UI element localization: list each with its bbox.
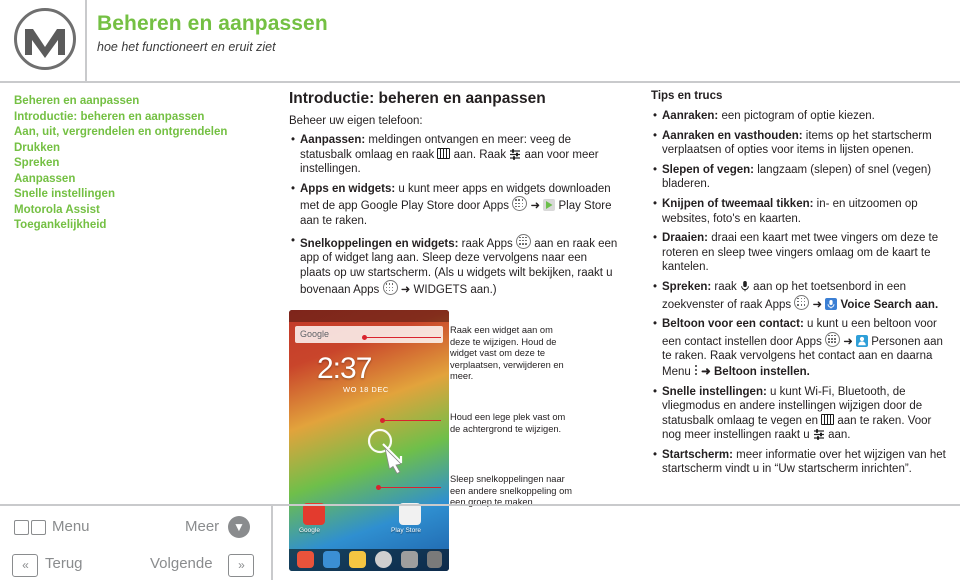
tip-draaien: Draaien: draai een kaart met twee vinger… <box>651 231 951 275</box>
tips-bullet-list: Aanraken: een pictogram of optie kiezen.… <box>651 109 951 477</box>
tip-lead: Snelle instellingen: <box>662 385 767 398</box>
mic-icon <box>740 280 750 292</box>
sidebar-nav: Beheren en aanpassen Introductie: behere… <box>14 94 264 234</box>
next-button[interactable]: Volgende <box>150 555 213 572</box>
callout-leader-2 <box>383 420 441 421</box>
sidebar-item-spreken[interactable]: Spreken <box>14 156 264 172</box>
back-button[interactable]: Terug <box>45 555 83 572</box>
clock-widget-date: WO 18 DEC <box>343 385 389 394</box>
tip-beltoon-contact: Beltoon voor een contact: u kunt u een b… <box>651 317 951 379</box>
phone-status-bar <box>289 310 449 322</box>
tip-text: raak <box>711 280 740 293</box>
apps-grid-icon <box>825 331 841 347</box>
header-bottom-rule <box>0 81 960 83</box>
chevron-left-left-icon[interactable]: « <box>12 554 38 577</box>
callout-anchor-1 <box>362 335 367 340</box>
main-content: Introductie: beheren en aanpassen Beheer… <box>289 90 619 303</box>
apps-grid-icon <box>516 233 532 249</box>
google-search-bar[interactable]: Google <box>295 326 443 343</box>
page-header: Beheren en aanpassen hoe het functioneer… <box>0 0 960 83</box>
callout-text-wallpaper: Houd een lege plek vast om de achtergron… <box>450 412 566 434</box>
footer-divider <box>271 504 273 580</box>
tip-aanraken: Aanraken: een pictogram of optie kiezen. <box>651 109 951 124</box>
callout-leader-1 <box>365 337 441 338</box>
tip-text-4: Voice Search aan. <box>837 298 939 311</box>
tip-text: een pictogram of optie kiezen. <box>718 110 875 122</box>
tip-text-2: ➜ <box>840 335 857 348</box>
main-bullet-apps-en-widgets: Apps en widgets: u kunt meer apps en wid… <box>289 182 619 229</box>
page-subtitle: hoe het functioneert en eruit ziet <box>97 40 276 54</box>
main-bullet-list: Aanpassen: meldingen ontvangen en meer: … <box>289 133 619 298</box>
bullet-text-2: aan. Raak <box>450 148 510 161</box>
bullet-text-2: ➜ <box>527 200 544 213</box>
menu-dots-icon <box>694 364 698 376</box>
hand-cursor-icon <box>367 428 411 476</box>
clock-widget-time: 2:37 <box>317 352 372 385</box>
apps-grid-icon <box>512 196 528 212</box>
bullet-lead: Aanpassen: <box>300 134 366 146</box>
tip-snelle-instellingen: Snelle instellingen: u kunt Wi-Fi, Bluet… <box>651 385 951 443</box>
apps-grid-icon <box>794 294 810 310</box>
tip-startscherm: Startscherm: meer informatie over het wi… <box>651 448 951 477</box>
footer-top-rule <box>0 504 960 506</box>
motorola-m-logo-icon <box>14 8 76 70</box>
apps-grid-icon <box>382 280 398 296</box>
tip-text-3: aan. <box>824 429 851 442</box>
sidebar-item-snelle-instellingen[interactable]: Snelle instellingen <box>14 187 264 203</box>
tip-spreken: Spreken: raak aan op het toetsenbord in … <box>651 280 951 312</box>
sidebar-item-drukken[interactable]: Drukken <box>14 141 264 157</box>
header-divider <box>85 0 87 82</box>
sidebar-item-toegankelijkheid[interactable]: Toegankelijkheid <box>14 218 264 234</box>
tip-lead: Aanraken en vasthouden: <box>662 129 803 142</box>
page-footer: Menu « Terug Meer ▼ Volgende » <box>0 504 960 580</box>
play-store-icon <box>543 199 556 212</box>
bullet-lead: Snelkoppelingen en widgets: <box>300 237 459 250</box>
tip-slepen-vegen: Slepen of vegen: langzaam (slepen) of sn… <box>651 163 951 192</box>
more-button[interactable]: Meer <box>185 518 219 535</box>
tip-lead: Beltoon voor een contact: <box>662 318 804 331</box>
sidebar-item-introductie[interactable]: Introductie: beheren en aanpassen <box>14 110 264 126</box>
main-bullet-aanpassen: Aanpassen: meldingen ontvangen en meer: … <box>289 133 619 177</box>
page-title: Beheren en aanpassen <box>97 12 328 35</box>
tip-lead: Slepen of vegen: <box>662 163 755 176</box>
people-icon <box>856 334 869 347</box>
callout-anchor-2 <box>380 418 385 423</box>
bullet-text-3: ➜ WIDGETS aan.) <box>397 284 497 297</box>
tip-text-3: ➜ <box>809 298 826 311</box>
sidebar-item-aan-uit-vergrendelen[interactable]: Aan, uit, vergrendelen en ontgrendelen <box>14 125 264 141</box>
tip-aanraken-vasthouden: Aanraken en vasthouden: items op het sta… <box>651 129 951 158</box>
tip-text-4: ➜ Beltoon instellen. <box>697 365 810 378</box>
menu-button[interactable]: Menu <box>52 518 90 535</box>
callout-text-widget: Raak een widget aan om deze te wijzigen.… <box>450 325 564 382</box>
chevron-right-right-icon[interactable]: » <box>228 554 254 577</box>
main-bullet-snelkoppelingen: Snelkoppelingen en widgets: raak Apps aa… <box>289 233 619 298</box>
tip-lead: Startscherm: <box>662 448 733 461</box>
tip-lead: Spreken: <box>662 280 712 293</box>
callout-anchor-3 <box>376 485 381 490</box>
tips-column: Tips en trucs Aanraken: een pictogram of… <box>651 90 951 482</box>
tip-knijpen-tikken: Knijpen of tweemaal tikken: in- en uitzo… <box>651 197 951 226</box>
section-title: Introductie: beheren en aanpassen <box>289 90 546 107</box>
sliders-icon <box>813 428 825 441</box>
bullet-lead: Apps en widgets: <box>300 182 396 195</box>
bullet-text: raak Apps <box>458 237 517 250</box>
tip-lead: Aanraken: <box>662 110 719 122</box>
menu-grid-icon[interactable] <box>14 520 46 536</box>
sidebar-item-motorola-assist[interactable]: Motorola Assist <box>14 203 264 219</box>
voice-search-icon <box>825 297 838 310</box>
status-bar-icon <box>821 413 835 425</box>
tips-title: Tips en trucs <box>651 90 723 102</box>
status-bar-icon <box>437 147 451 159</box>
section-lead: Beheer uw eigen telefoon: <box>289 115 423 127</box>
sidebar-item-aanpassen[interactable]: Aanpassen <box>14 172 264 188</box>
callout-leader-3 <box>379 487 441 488</box>
tip-lead: Knijpen of tweemaal tikken: <box>662 197 814 210</box>
sidebar-item-beheren-en-aanpassen[interactable]: Beheren en aanpassen <box>14 94 264 110</box>
sliders-icon <box>509 148 521 160</box>
chevron-down-circle-icon[interactable]: ▼ <box>228 516 250 538</box>
tip-lead: Draaien: <box>662 232 709 245</box>
